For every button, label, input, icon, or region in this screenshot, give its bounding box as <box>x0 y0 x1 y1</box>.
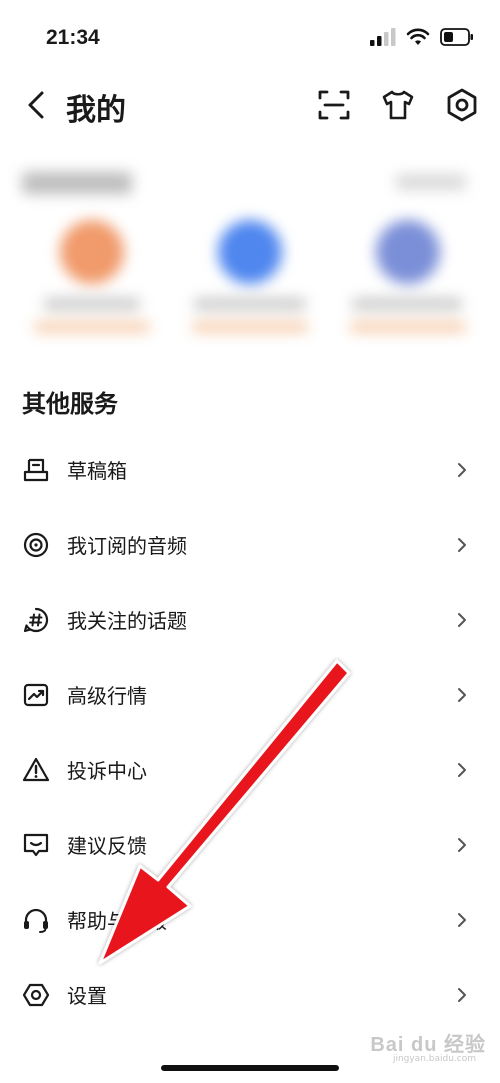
headset-icon <box>24 908 48 933</box>
chevron-right-icon <box>458 837 466 852</box>
status-bar: 21:34 <box>0 0 500 80</box>
scan-icon[interactable] <box>316 87 352 123</box>
audio-disc-icon <box>23 532 49 557</box>
list-item-label: 我关注的话题 <box>67 609 187 633</box>
battery-icon <box>440 28 473 46</box>
list-item-advanced-market[interactable]: 高级行情 <box>0 657 500 732</box>
draft-box-icon <box>23 458 49 481</box>
market-chart-icon <box>23 683 49 706</box>
tshirt-icon[interactable] <box>380 87 416 123</box>
hashtag-icon <box>23 607 49 632</box>
back-icon[interactable] <box>22 89 52 121</box>
home-indicator <box>161 1065 339 1071</box>
chevron-right-icon <box>458 762 466 777</box>
settings-hexagon-icon <box>22 983 50 1006</box>
chevron-right-icon <box>458 612 466 627</box>
status-icons <box>370 28 474 46</box>
chevron-right-icon <box>458 537 466 552</box>
section-title-other-services: 其他服务 <box>22 390 118 418</box>
settings-hexagon-icon[interactable] <box>444 87 480 123</box>
chevron-right-icon <box>458 687 466 702</box>
list-item-label: 投诉中心 <box>67 759 147 783</box>
cellular-signal-icon <box>370 28 396 46</box>
status-time: 21:34 <box>46 26 100 49</box>
list-item-help-support[interactable]: 帮助与客服 <box>0 882 500 957</box>
chevron-right-icon <box>458 462 466 477</box>
list-item-label: 高级行情 <box>67 684 147 708</box>
list-item-complaint-center[interactable]: 投诉中心 <box>0 732 500 807</box>
list-item-label: 我订阅的音频 <box>67 534 187 558</box>
nav-header: 我的 <box>0 75 500 135</box>
feedback-icon <box>23 833 49 856</box>
list-item-label: 建议反馈 <box>67 834 147 858</box>
list-item-followed-topics[interactable]: 我关注的话题 <box>0 582 500 657</box>
list-item-label: 帮助与客服 <box>67 909 167 933</box>
list-item-subscribed-audio[interactable]: 我订阅的音频 <box>0 507 500 582</box>
wifi-icon <box>406 28 430 45</box>
list-item-feedback[interactable]: 建议反馈 <box>0 807 500 882</box>
blurred-services-panel <box>0 160 500 350</box>
list-item-drafts[interactable]: 草稿箱 <box>0 432 500 507</box>
chevron-right-icon <box>458 912 466 927</box>
services-list: 草稿箱 我订阅的音频 我关注的话题 高级行情 投诉中心 建议反馈 帮助与客服 设… <box>0 432 500 1032</box>
baidu-jingyan-watermark: Bai du 经验 <box>370 1034 486 1056</box>
list-item-settings[interactable]: 设置 <box>0 957 500 1032</box>
warning-icon <box>22 757 50 781</box>
page-title: 我的 <box>66 93 126 128</box>
watermark-url: jingyan.baidu.com <box>392 1054 476 1064</box>
list-item-label: 设置 <box>67 984 107 1008</box>
list-item-label: 草稿箱 <box>67 459 127 483</box>
chevron-right-icon <box>458 987 466 1002</box>
